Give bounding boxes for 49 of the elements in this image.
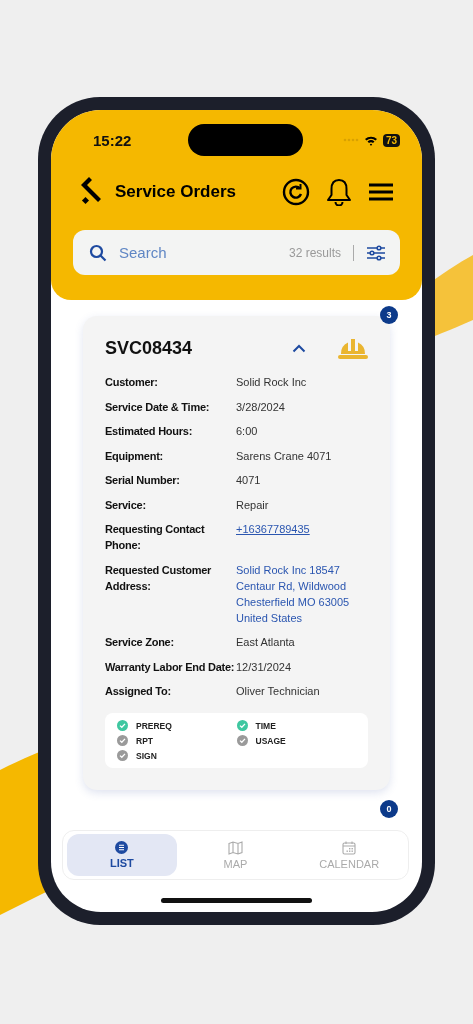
address-link[interactable]: Solid Rock Inc 18547 Centaur Rd, Wildwood Chesterfield MO 63005 United States — [236, 561, 368, 626]
field-value: Sarens Crane 4071 — [236, 448, 333, 464]
map-icon — [228, 840, 243, 855]
chevron-up-icon[interactable] — [292, 343, 306, 353]
field-value: Solid Rock Inc — [236, 375, 308, 390]
app-title: Service Orders — [115, 182, 236, 202]
calendar-icon — [342, 840, 357, 855]
bell-icon[interactable] — [326, 178, 352, 206]
field-label: Service Zone: — [105, 635, 175, 650]
field-value: 6:00 — [236, 424, 259, 439]
field-label: Serial Number: — [105, 473, 181, 488]
check-label: PREREQ — [136, 720, 172, 731]
results-count: 32 results — [288, 245, 341, 260]
hard-hat-icon — [338, 336, 368, 360]
field-value: East Atlanta — [236, 635, 296, 650]
wifi-icon — [363, 134, 378, 146]
filter-icon[interactable] — [366, 244, 386, 261]
field-value: Repair — [236, 497, 270, 513]
check-label: SIGN — [136, 750, 157, 761]
logo-icon — [79, 177, 103, 207]
phone-link[interactable]: +16367789435 — [236, 521, 368, 553]
field-label: Customer: — [105, 375, 159, 390]
field-label: Requested Customer Address: — [105, 562, 213, 594]
search-icon — [89, 243, 107, 262]
field-value: 4071 — [236, 473, 262, 488]
status-time: 15:22 — [93, 131, 133, 149]
menu-icon[interactable] — [368, 182, 394, 202]
field-label: Estimated Hours: — [105, 424, 194, 439]
field-label: Service Date & Time: — [105, 399, 211, 415]
field-label: Assigned To: — [105, 684, 172, 699]
field-label: Service: — [105, 497, 147, 513]
field-value: 3/28/2024 — [236, 399, 286, 415]
battery-level: 73 — [382, 133, 400, 147]
check-label: RPT — [136, 735, 153, 746]
count-badge: 0 — [380, 800, 398, 818]
field-value: Oliver Technician — [236, 684, 321, 699]
order-card[interactable] — [83, 316, 390, 790]
list-icon — [115, 841, 129, 854]
check-label: USAGE — [255, 735, 286, 746]
check-label: TIME — [255, 720, 276, 731]
search-field[interactable]: Search — [117, 243, 279, 262]
order-number: SVC08434 — [105, 337, 194, 359]
nav-tab[interactable]: LIST — [67, 834, 177, 876]
field-label: Equipment: — [105, 448, 164, 464]
count-badge: 3 — [380, 306, 398, 324]
field-value: 12/31/2024 — [236, 659, 293, 675]
field-label: Requesting Contact Phone: — [105, 522, 206, 553]
refresh-icon[interactable] — [282, 178, 310, 206]
field-label: Warranty Labor End Date: — [105, 659, 236, 675]
